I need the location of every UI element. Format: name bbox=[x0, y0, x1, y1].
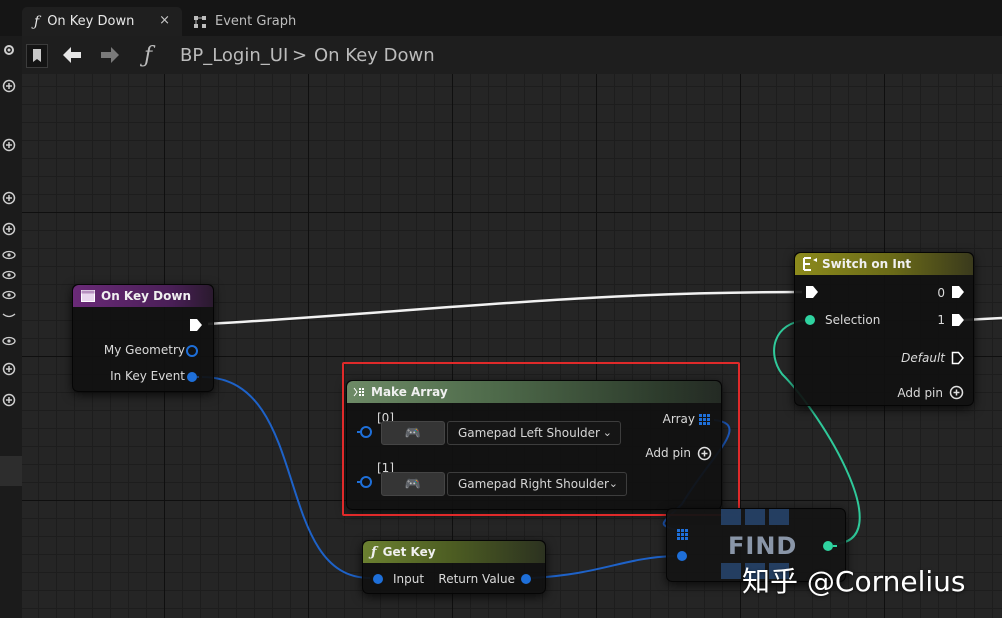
tab-label: On Key Down bbox=[47, 14, 135, 29]
close-icon[interactable]: × bbox=[159, 13, 170, 28]
breadcrumb-separator: > bbox=[292, 44, 308, 66]
left-panel-strip bbox=[0, 36, 22, 618]
graph-canvas[interactable]: On Key Down My Geometry In Key Event Mak… bbox=[22, 74, 1002, 618]
int-output-pin[interactable] bbox=[821, 539, 837, 553]
exec-input-pin[interactable] bbox=[805, 285, 819, 299]
switch-icon bbox=[803, 257, 817, 271]
add-icon[interactable] bbox=[2, 393, 16, 407]
node-title: Get Key bbox=[382, 545, 436, 559]
forward-arrow-icon[interactable] bbox=[100, 46, 120, 64]
output-0-label: 0 bbox=[937, 286, 945, 300]
add-icon[interactable] bbox=[2, 138, 16, 152]
tab-label: Event Graph bbox=[215, 14, 297, 29]
int-input-pin[interactable] bbox=[803, 313, 817, 327]
output-1-label: 1 bbox=[937, 313, 945, 327]
node-header: Switch on Int bbox=[795, 253, 973, 275]
function-icon: ƒ bbox=[371, 544, 377, 560]
return-value-label: Return Value bbox=[438, 572, 515, 586]
add-pin-icon[interactable] bbox=[949, 385, 964, 400]
add-icon[interactable] bbox=[2, 79, 16, 93]
add-pin-label[interactable]: Add pin bbox=[897, 386, 943, 400]
eye-icon[interactable] bbox=[2, 334, 16, 348]
exec-wire bbox=[207, 290, 803, 326]
struct-output-pin[interactable] bbox=[185, 344, 199, 358]
add-icon[interactable] bbox=[2, 222, 16, 236]
input-label: Input bbox=[393, 572, 425, 586]
on-key-down-node[interactable]: On Key Down My Geometry In Key Event bbox=[72, 284, 214, 392]
panel-separator bbox=[0, 456, 22, 486]
gear-icon[interactable] bbox=[2, 43, 16, 57]
tab-event-graph[interactable]: Event Graph bbox=[190, 7, 330, 36]
struct-output-pin[interactable] bbox=[519, 572, 533, 586]
function-icon: ƒ bbox=[34, 13, 40, 30]
highlight-box bbox=[342, 362, 740, 516]
array-input-pin[interactable] bbox=[677, 529, 689, 541]
eye-icon[interactable] bbox=[2, 268, 16, 282]
breadcrumb-toolbar: ƒ BP_Login_UI > On Key Down bbox=[22, 36, 1002, 75]
exec-output-pin-default[interactable] bbox=[951, 351, 965, 365]
eye-icon[interactable] bbox=[2, 288, 16, 302]
exec-output-pin[interactable] bbox=[189, 318, 203, 332]
bookmark-icon[interactable] bbox=[26, 44, 48, 68]
exec-output-pin[interactable] bbox=[951, 313, 965, 327]
struct-input-pin[interactable] bbox=[371, 572, 385, 586]
pin-label-in-key-event: In Key Event bbox=[110, 369, 185, 383]
watermark: 知乎 @Cornelius bbox=[742, 565, 966, 598]
node-header: ƒ Get Key bbox=[363, 541, 545, 563]
get-key-node[interactable]: ƒ Get Key Input Return Value bbox=[362, 540, 546, 594]
default-label: Default bbox=[901, 351, 945, 365]
struct-output-pin[interactable] bbox=[185, 370, 199, 384]
exec-output-pin[interactable] bbox=[951, 285, 965, 299]
pin-label-my-geometry: My Geometry bbox=[103, 343, 185, 357]
node-header: On Key Down bbox=[73, 285, 213, 307]
struct-wire bbox=[531, 555, 675, 579]
node-title: Switch on Int bbox=[822, 257, 912, 271]
breadcrumb-current[interactable]: On Key Down bbox=[314, 36, 435, 74]
back-arrow-icon[interactable] bbox=[62, 46, 82, 64]
breadcrumb-blueprint[interactable]: BP_Login_UI bbox=[180, 36, 288, 74]
find-node-title: FIND bbox=[728, 532, 798, 560]
eye-closed-icon[interactable] bbox=[2, 308, 16, 322]
eye-icon[interactable] bbox=[2, 248, 16, 262]
node-title: On Key Down bbox=[101, 289, 191, 303]
tab-bar: ƒ On Key Down × Event Graph bbox=[0, 0, 1002, 36]
event-graph-icon bbox=[194, 15, 206, 28]
tab-on-key-down[interactable]: ƒ On Key Down × bbox=[22, 7, 182, 36]
selection-label: Selection bbox=[825, 313, 881, 327]
event-icon bbox=[81, 290, 95, 302]
switch-on-int-node[interactable]: Switch on Int 0 Selection 1 Default Add … bbox=[794, 252, 974, 406]
add-icon[interactable] bbox=[2, 191, 16, 205]
add-icon[interactable] bbox=[2, 362, 16, 376]
function-icon: ƒ bbox=[144, 42, 153, 68]
struct-input-pin[interactable] bbox=[675, 549, 689, 563]
